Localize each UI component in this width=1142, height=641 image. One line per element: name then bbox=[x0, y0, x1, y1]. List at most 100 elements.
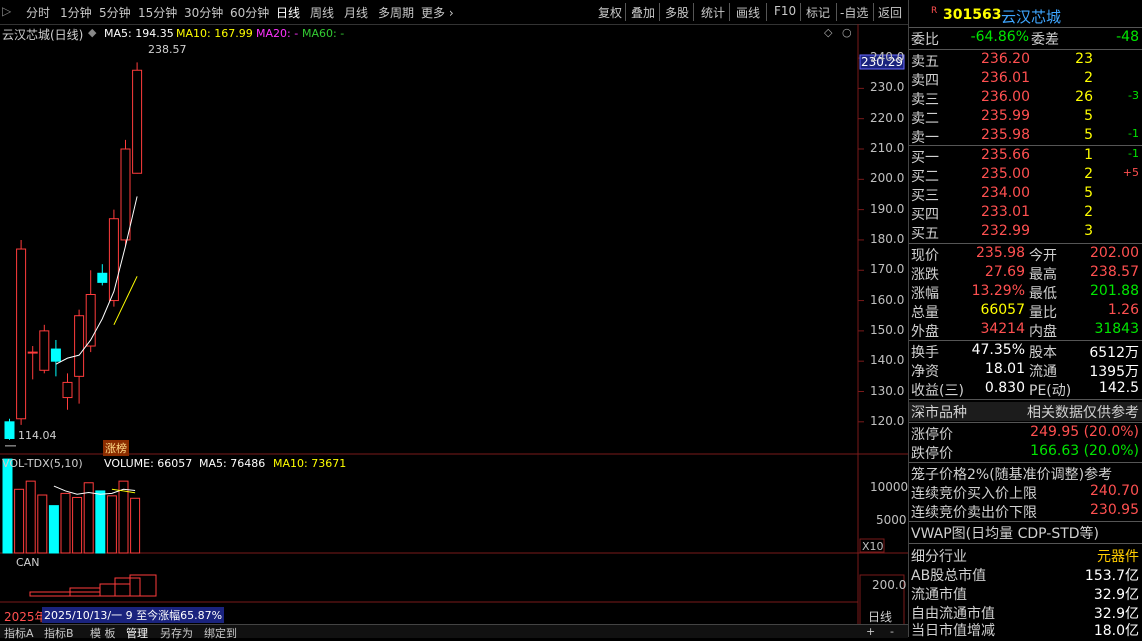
buy-price: 233.01 bbox=[981, 204, 1030, 220]
mark-button[interactable]: 标记 bbox=[806, 4, 830, 21]
legend-collapse-icon[interactable]: ◆ bbox=[88, 26, 96, 39]
order-sell-2: 卖二 235.99 5 bbox=[911, 108, 1093, 127]
ask-lower-row: 连续竞价卖出价下限 230.95 bbox=[911, 502, 1139, 521]
chart-toggle-icon[interactable]: ○ bbox=[842, 26, 852, 39]
zoom-in-button[interactable]: + bbox=[866, 625, 875, 638]
weibi-value: -64.86% bbox=[970, 29, 1029, 45]
tab-period-daily[interactable]: 日线 bbox=[276, 4, 300, 21]
toolbar-grip-icon: ▷ bbox=[2, 4, 12, 18]
volume-bar bbox=[60, 492, 71, 554]
tab-indicator-b[interactable]: 指标B bbox=[44, 625, 74, 641]
volume-value-legend: VOLUME: 66057 bbox=[104, 457, 193, 470]
quote-value: 13.29% bbox=[971, 283, 1025, 299]
volume-bars bbox=[2, 458, 141, 554]
sell-volume: 5 bbox=[1084, 108, 1093, 124]
price-tick: 210.0 bbox=[870, 141, 905, 155]
candle-body bbox=[50, 348, 61, 362]
tab-period-monthly[interactable]: 月线 bbox=[344, 4, 368, 21]
indicator-tab-bar: 指标A 指标B 模 板 管理 另存为 绑定到 + - bbox=[0, 624, 908, 641]
tab-period-weekly[interactable]: 周线 bbox=[310, 4, 334, 21]
ask-lower-value: 230.95 bbox=[1090, 502, 1139, 518]
fundamental-row: 换手 47.35% 股本 6512万 bbox=[911, 342, 1139, 361]
ab-cap-row: AB股总市值 153.7亿 bbox=[909, 565, 1142, 584]
quote-value: 1.26 bbox=[1107, 302, 1139, 318]
candle-body bbox=[62, 381, 73, 399]
order-buy-3: 买三 234.00 5 bbox=[911, 185, 1093, 204]
fundamental-row: 净资 18.01 流通 1395万 bbox=[911, 361, 1139, 380]
rights-marker-icon: R bbox=[931, 6, 938, 16]
tab-indicator-a[interactable]: 指标A bbox=[4, 625, 34, 641]
candle-body bbox=[74, 315, 85, 377]
quote-value: 202.00 bbox=[1090, 245, 1139, 261]
price-tick: 130.0 bbox=[870, 383, 905, 398]
sell-change: -3 bbox=[1128, 89, 1139, 102]
ma20-legend: MA20: - bbox=[256, 27, 299, 40]
tab-period-30min[interactable]: 30分钟 bbox=[184, 4, 223, 21]
tab-manage[interactable]: 管理 bbox=[126, 625, 148, 641]
order-sell-5: 卖五 236.20 23 bbox=[911, 51, 1093, 70]
chart-settings-icon[interactable]: ◇ bbox=[824, 26, 832, 39]
can-tick-200: 200.0 bbox=[872, 578, 907, 592]
quote-value: 27.69 bbox=[984, 264, 1025, 280]
price-tick: 220.0 bbox=[870, 110, 905, 125]
can-bar bbox=[114, 577, 141, 597]
volume-bar bbox=[14, 488, 25, 554]
buy-volume: 2 bbox=[1084, 166, 1093, 182]
industry-value[interactable]: 元器件 bbox=[1097, 546, 1139, 566]
quote-row: 涨幅 13.29% 最低 201.88 bbox=[911, 283, 1139, 302]
multi-stock-button[interactable]: 多股 bbox=[665, 4, 689, 21]
vwap-row[interactable]: VWAP图(日均量 CDP-STD等) bbox=[909, 523, 1142, 542]
statistics-button[interactable]: 统计 bbox=[701, 4, 725, 21]
quote-value: 34214 bbox=[980, 321, 1025, 337]
tab-period-more[interactable]: 更多 › bbox=[421, 4, 454, 21]
float-cap-value: 32.9亿 bbox=[1093, 587, 1139, 603]
zoom-out-button[interactable]: - bbox=[890, 625, 894, 638]
tab-bind-to[interactable]: 绑定到 bbox=[204, 625, 237, 641]
range-gain-label[interactable]: 2025/10/13/一 9 至今涨幅65.87% bbox=[42, 607, 225, 623]
draw-line-button[interactable]: 画线 bbox=[736, 4, 760, 21]
sell-change: -1 bbox=[1128, 127, 1139, 140]
vol-ma5-legend: MA5: 76486 bbox=[199, 457, 266, 470]
candle-body bbox=[132, 69, 143, 174]
tab-period-timeshare[interactable]: 分时 bbox=[26, 4, 50, 21]
order-buy-2: 买二 235.00 2 +5 bbox=[911, 166, 1139, 185]
tab-period-5min[interactable]: 5分钟 bbox=[99, 4, 131, 21]
candle-body bbox=[120, 148, 131, 241]
candle-body bbox=[39, 330, 50, 371]
weibi-row: 委比 -64.86% 委差 -48 bbox=[911, 29, 1139, 48]
buy-change: +5 bbox=[1122, 166, 1139, 179]
order-buy-5: 买五 232.99 3 bbox=[911, 223, 1093, 242]
tab-period-multi[interactable]: 多周期 bbox=[378, 4, 414, 21]
buy-price: 234.00 bbox=[981, 185, 1030, 201]
ma5-legend: MA5: 194.35 bbox=[104, 27, 174, 40]
sell-volume: 23 bbox=[1075, 51, 1093, 67]
sell-price: 235.98 bbox=[981, 127, 1030, 143]
buy-change: -1 bbox=[1128, 147, 1139, 160]
fundamental-value: 6512万 bbox=[1089, 345, 1139, 361]
volume-bar bbox=[37, 494, 48, 554]
tab-period-60min[interactable]: 60分钟 bbox=[230, 4, 269, 21]
period-badge[interactable]: 日线 bbox=[868, 608, 892, 625]
float-cap-row: 流通市值 32.9亿 bbox=[909, 584, 1142, 603]
tab-save-as[interactable]: 另存为 bbox=[160, 625, 193, 641]
stock-header: R 301563 云汉芯城 bbox=[909, 5, 1142, 26]
candles bbox=[4, 62, 143, 447]
overlay-button[interactable]: 叠加 bbox=[631, 4, 655, 21]
limit-down-value: 166.63 (20.0%) bbox=[1030, 443, 1139, 459]
volume-bar bbox=[25, 480, 36, 554]
kline-chart[interactable] bbox=[0, 24, 908, 624]
buy-volume: 1 bbox=[1084, 147, 1093, 163]
price-tick: 180.0 bbox=[870, 231, 905, 246]
tab-period-15min[interactable]: 15分钟 bbox=[138, 4, 177, 21]
back-button[interactable]: 返回 bbox=[878, 4, 902, 21]
tab-period-1min[interactable]: 1分钟 bbox=[60, 4, 92, 21]
self-select-button[interactable]: -自选 bbox=[840, 4, 868, 21]
candle-body bbox=[27, 351, 38, 354]
price-tick: 190.0 bbox=[870, 201, 905, 216]
range-year-label: 2025年 bbox=[4, 610, 47, 624]
tab-template[interactable]: 模 板 bbox=[90, 625, 116, 641]
sell-price: 236.01 bbox=[981, 70, 1030, 86]
adjust-button[interactable]: 复权 bbox=[598, 4, 622, 21]
f10-button[interactable]: F10 bbox=[774, 4, 796, 18]
quote-row: 外盘 34214 内盘 31843 bbox=[911, 321, 1139, 340]
